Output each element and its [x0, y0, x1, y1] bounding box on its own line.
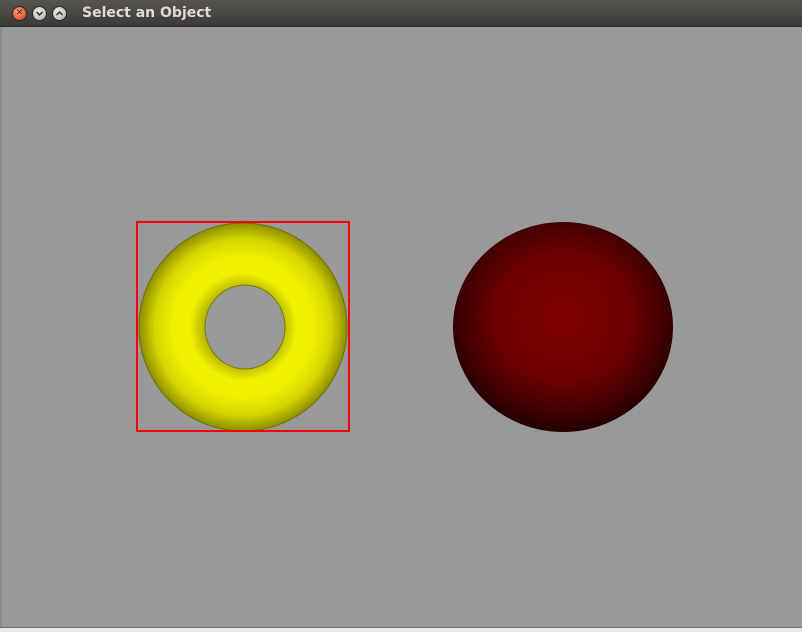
chevron-down-icon — [35, 11, 44, 17]
gl-viewport[interactable] — [0, 27, 802, 627]
minimize-button[interactable] — [32, 6, 47, 21]
torus-object[interactable] — [138, 222, 348, 432]
title-bar[interactable]: ✕ Select an Object — [0, 0, 802, 27]
close-button[interactable]: ✕ — [12, 6, 27, 21]
scene — [136, 221, 673, 432]
close-icon: ✕ — [15, 8, 24, 18]
maximize-button[interactable] — [52, 6, 67, 21]
app-window: ✕ Select an Object — [0, 0, 802, 632]
window-title: Select an Object — [82, 5, 212, 21]
window-bottom-border — [0, 627, 802, 632]
sphere-object[interactable] — [453, 222, 673, 432]
window-left-border — [0, 27, 2, 627]
chevron-up-icon — [55, 10, 64, 16]
